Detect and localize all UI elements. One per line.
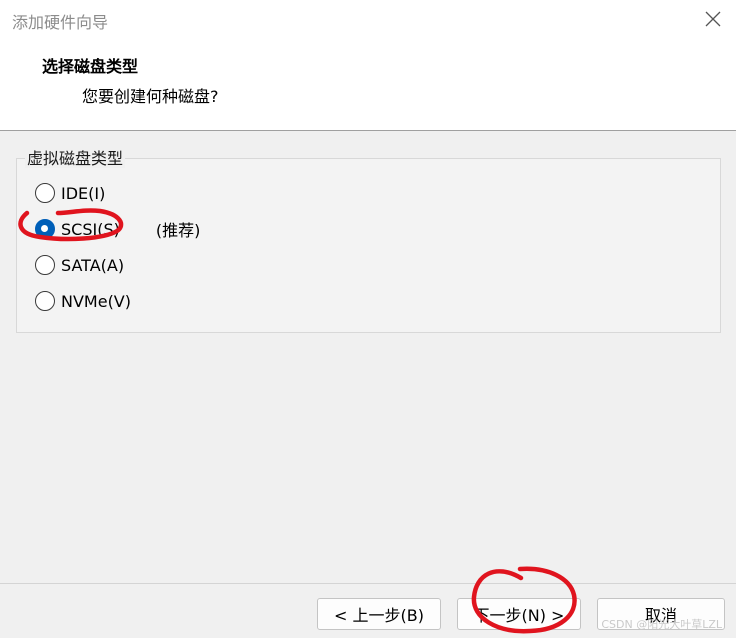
radio-button-ide[interactable] <box>35 183 55 203</box>
window-title: 添加硬件向导 <box>12 13 109 32</box>
radio-ide[interactable]: IDE(I) <box>35 181 105 205</box>
radio-scsi[interactable]: SCSI(S) (推荐) <box>35 217 200 241</box>
radio-button-sata[interactable] <box>35 255 55 275</box>
close-button[interactable] <box>690 0 736 38</box>
radio-label-sata: SATA(A) <box>61 255 125 275</box>
radio-label-nvme: NVMe(V) <box>61 291 131 311</box>
page-subtitle: 您要创建何种磁盘? <box>82 87 219 106</box>
radio-label-scsi: SCSI(S) <box>61 219 120 239</box>
close-icon <box>705 11 721 27</box>
radio-label-ide: IDE(I) <box>61 183 106 203</box>
group-legend: 虚拟磁盘类型 <box>25 149 126 168</box>
recommended-note: (推荐) <box>155 221 201 240</box>
radio-nvme[interactable]: NVMe(V) <box>35 289 131 313</box>
radio-sata[interactable]: SATA(A) <box>35 253 124 277</box>
next-button[interactable]: 下一步(N) > <box>457 598 581 630</box>
wizard-header: 选择磁盘类型 您要创建何种磁盘? <box>0 38 736 131</box>
page-title: 选择磁盘类型 <box>42 57 139 76</box>
watermark: CSDN @阳光大叶草LZL <box>601 618 722 631</box>
back-button[interactable]: < 上一步(B) <box>317 598 441 630</box>
title-bar: 添加硬件向导 <box>0 0 736 38</box>
radio-button-nvme[interactable] <box>35 291 55 311</box>
disk-type-group: 虚拟磁盘类型 IDE(I) SCSI(S) (推荐) SATA(A) NVMe(… <box>16 150 721 333</box>
radio-button-scsi[interactable] <box>35 219 55 239</box>
